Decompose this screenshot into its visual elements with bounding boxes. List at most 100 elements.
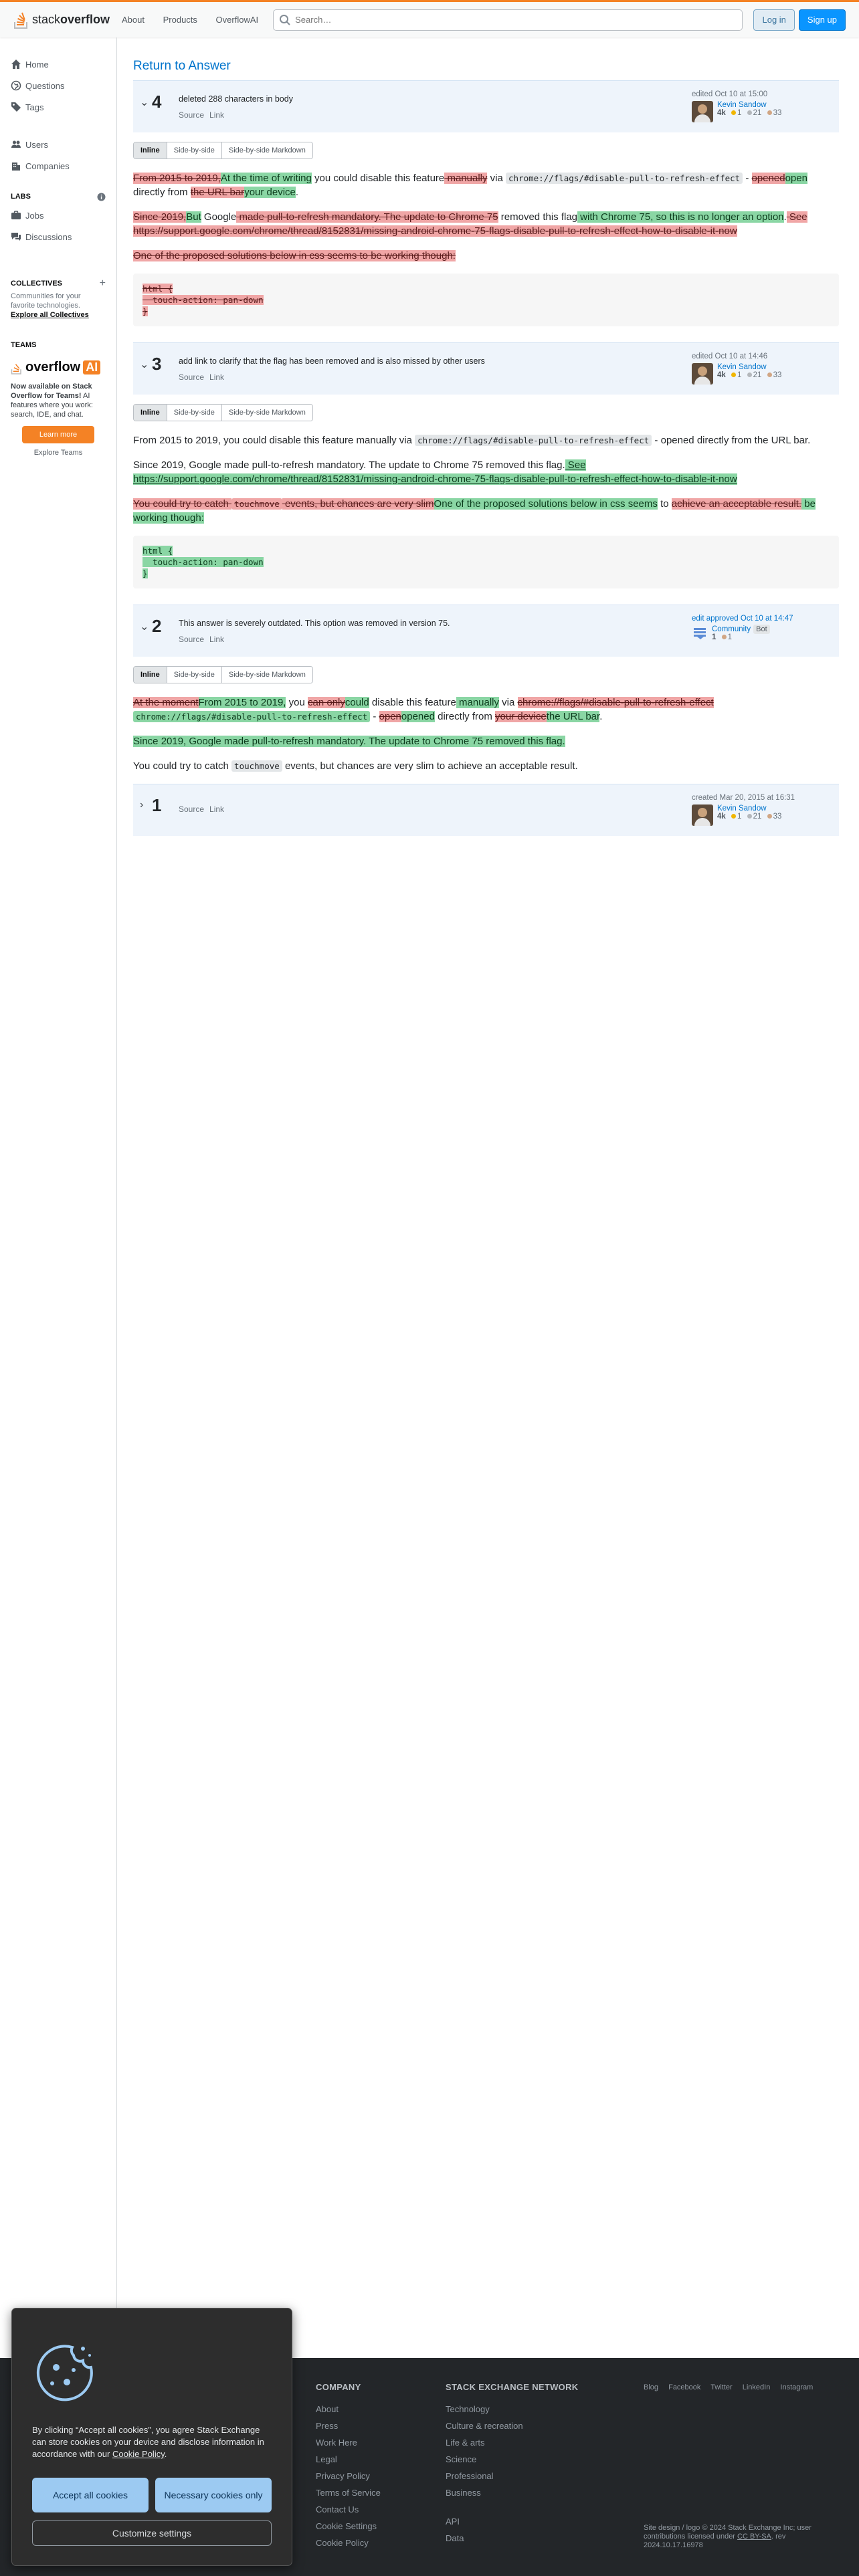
revision-action[interactable]: edit approved Oct 10 at 14:47 [692, 615, 793, 623]
copyright: Site design / logo © 2024 Stack Exchange… [644, 2524, 812, 2549]
social-link[interactable]: LinkedIn [743, 2383, 771, 2391]
footer-link[interactable]: Professional [446, 2471, 578, 2488]
user-link[interactable]: Kevin Sandow [717, 101, 767, 109]
link-link[interactable]: Link [209, 110, 224, 120]
learn-more-button[interactable]: Learn more [22, 426, 94, 443]
chevron-down-icon[interactable]: ⌄ [140, 620, 152, 650]
stackoverflow-logo[interactable]: stackoverflow [13, 11, 114, 29]
tab-inline[interactable]: Inline [134, 142, 167, 158]
source-link[interactable]: Source [179, 804, 204, 814]
sidebar-item-users[interactable]: Users [0, 134, 116, 155]
link-link[interactable]: Link [209, 804, 224, 814]
footer-link[interactable]: Technology [446, 2404, 578, 2421]
nav-products[interactable]: Products [163, 15, 197, 25]
footer-link[interactable]: Life & arts [446, 2438, 578, 2454]
login-button[interactable]: Log in [753, 9, 795, 31]
social-link[interactable]: Facebook [668, 2383, 700, 2391]
revision-header-2: ⌄ 2 This answer is severely outdated. Th… [133, 605, 839, 657]
user-signature: edited Oct 10 at 14:46 Kevin Sandow 4k 1… [692, 352, 832, 388]
community-bot-icon[interactable] [692, 625, 708, 641]
footer-link[interactable]: About [316, 2404, 381, 2421]
footer-link[interactable]: API [446, 2516, 578, 2533]
source-link[interactable]: Source [179, 635, 204, 644]
diff-view-tabs: Inline Side-by-side Side-by-side Markdow… [133, 404, 313, 421]
tab-side-by-side[interactable]: Side-by-side [166, 667, 221, 683]
sidebar-item-companies[interactable]: Companies [0, 155, 116, 177]
accept-all-cookies-button[interactable]: Accept all cookies [32, 2478, 149, 2512]
nav-overflowai[interactable]: OverflowAI [216, 15, 259, 25]
footer-link[interactable]: Cookie Settings [316, 2521, 381, 2538]
source-link[interactable]: Source [179, 372, 204, 382]
necessary-cookies-button[interactable]: Necessary cookies only [155, 2478, 272, 2512]
avatar[interactable] [692, 363, 713, 385]
tab-inline[interactable]: Inline [134, 667, 167, 683]
nav-about[interactable]: About [122, 15, 145, 25]
diff-paragraph: You could try to catch touchmove events,… [133, 498, 816, 524]
reputation: 4k [717, 371, 726, 379]
signup-button[interactable]: Sign up [798, 9, 846, 31]
sidebar-item-tags[interactable]: Tags [0, 96, 116, 118]
link-link[interactable]: Link [209, 372, 224, 382]
revision-number: 3 [152, 354, 162, 374]
gold-badge-icon [731, 814, 736, 819]
user-link[interactable]: Kevin Sandow [717, 363, 767, 371]
return-to-answer-link[interactable]: Return to Answer [133, 59, 839, 74]
user-link[interactable]: Community [712, 625, 751, 633]
labs-heading: LABS [0, 189, 116, 205]
diff-paragraph: You could try to catch touchmove events,… [133, 760, 578, 772]
diff-view-tabs: Inline Side-by-side Side-by-side Markdow… [133, 142, 313, 159]
tab-inline[interactable]: Inline [134, 405, 167, 421]
footer-link[interactable]: Contact Us [316, 2504, 381, 2521]
footer-link[interactable]: Legal [316, 2454, 381, 2471]
explore-collectives-link[interactable]: Explore all Collectives [11, 311, 89, 319]
user-link[interactable]: Kevin Sandow [717, 804, 767, 813]
social-link[interactable]: Twitter [710, 2383, 732, 2391]
footer-link[interactable]: Press [316, 2421, 381, 2438]
sidebar-item-jobs[interactable]: Jobs [0, 205, 116, 226]
customize-settings-button[interactable]: Customize settings [32, 2520, 272, 2546]
chevron-down-icon[interactable]: ⌄ [140, 96, 152, 126]
footer-link[interactable]: Science [446, 2454, 578, 2471]
avatar[interactable] [692, 101, 713, 122]
cookie-consent-dialog: By clicking “Accept all cookies”, you ag… [11, 2308, 292, 2566]
source-link[interactable]: Source [179, 110, 204, 120]
footer-link[interactable]: Cookie Policy [316, 2538, 381, 2555]
cookie-policy-link[interactable]: Cookie Policy [112, 2449, 165, 2459]
link-link[interactable]: Link [209, 635, 224, 644]
social-link[interactable]: Instagram [780, 2383, 813, 2391]
diff-paragraph: From 2015 to 2019, you could disable thi… [133, 435, 811, 446]
tab-side-by-side-markdown[interactable]: Side-by-side Markdown [221, 405, 312, 421]
tab-side-by-side-markdown[interactable]: Side-by-side Markdown [221, 142, 312, 158]
bronze-badge-icon [767, 110, 772, 115]
revision-number: 4 [152, 92, 162, 112]
diff-paragraph: Since 2019, Google made pull-to-refresh … [133, 459, 737, 485]
sidebar-item-questions[interactable]: Questions [0, 75, 116, 96]
search-box[interactable] [273, 9, 743, 31]
avatar[interactable] [692, 804, 713, 826]
sidebar-item-home[interactable]: Home [0, 53, 116, 75]
explore-teams-link[interactable]: Explore Teams [11, 449, 106, 457]
footer-link[interactable]: Business [446, 2488, 578, 2504]
sidebar-item-discussions[interactable]: Discussions [0, 226, 116, 247]
footer-link[interactable]: Culture & recreation [446, 2421, 578, 2438]
social-link[interactable]: Blog [644, 2383, 658, 2391]
teams-heading: TEAMS [11, 341, 37, 349]
user-signature: created Mar 20, 2015 at 16:31 Kevin Sand… [692, 794, 832, 829]
footer-link[interactable]: Privacy Policy [316, 2471, 381, 2488]
license-link[interactable]: CC BY-SA [737, 2533, 771, 2541]
chevron-right-icon[interactable]: › [140, 799, 152, 829]
tab-side-by-side[interactable]: Side-by-side [166, 405, 221, 421]
diff-paragraph: One of the proposed solutions below in c… [133, 250, 456, 261]
silver-badge-icon [747, 110, 752, 115]
footer-link[interactable]: Terms of Service [316, 2488, 381, 2504]
tab-side-by-side-markdown[interactable]: Side-by-side Markdown [221, 667, 312, 683]
footer-link[interactable]: Work Here [316, 2438, 381, 2454]
revision-number: 2 [152, 616, 162, 636]
info-icon[interactable] [97, 193, 106, 201]
diff-view-tabs: Inline Side-by-side Side-by-side Markdow… [133, 666, 313, 683]
tab-side-by-side[interactable]: Side-by-side [166, 142, 221, 158]
footer-link[interactable]: Data [446, 2533, 578, 2550]
chevron-down-icon[interactable]: ⌄ [140, 358, 152, 388]
search-input[interactable] [295, 15, 737, 25]
plus-icon[interactable]: + [100, 278, 106, 290]
